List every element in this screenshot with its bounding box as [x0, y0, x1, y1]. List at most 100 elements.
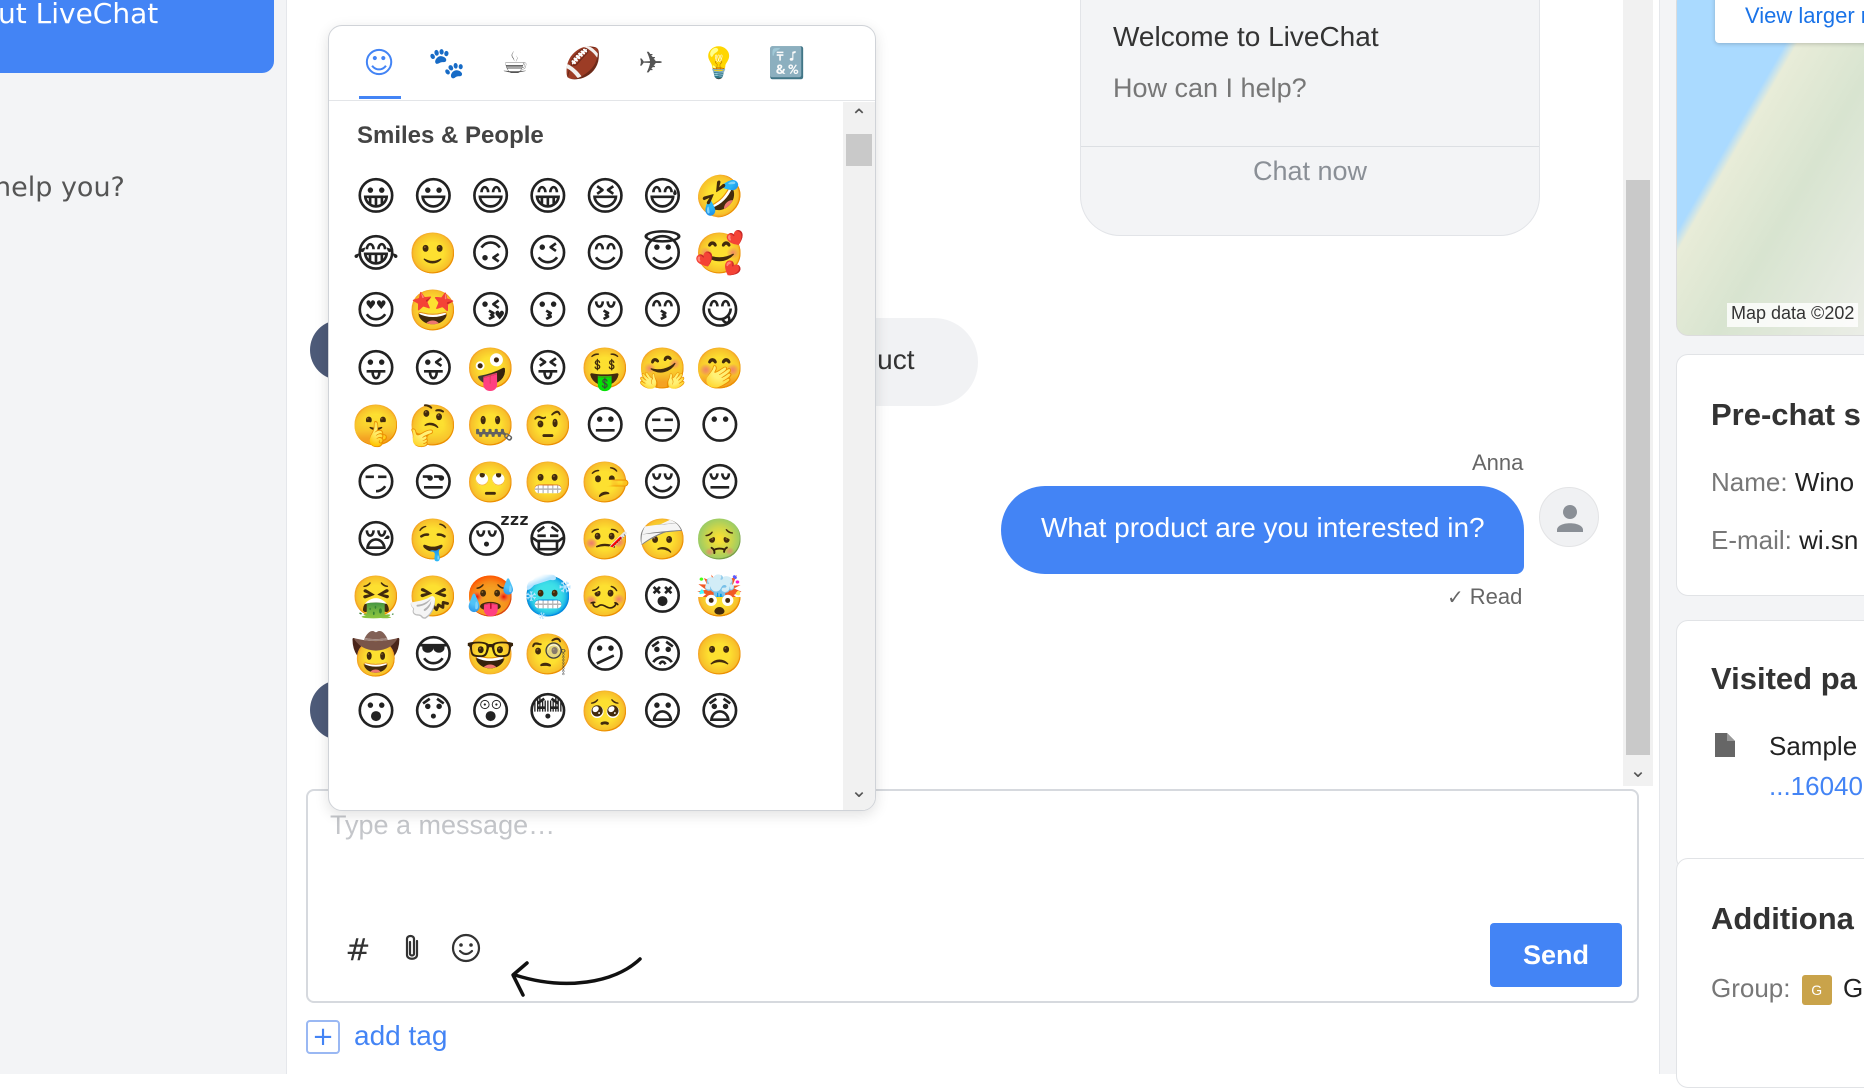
emoji-item[interactable]: 😑 [638, 401, 688, 451]
left-snippet-text: help you? [0, 172, 125, 203]
message-input[interactable] [328, 809, 1328, 842]
emoji-item[interactable]: 😯 [408, 687, 458, 737]
emoji-item[interactable]: 😉 [523, 229, 573, 279]
emoji-item[interactable]: 😷 [523, 515, 573, 565]
emoji-item[interactable]: 😐 [580, 401, 630, 451]
emoji-item[interactable]: 🤣 [695, 172, 745, 222]
category-smileys-icon[interactable]: ☺ [359, 44, 399, 84]
emoji-item[interactable]: 😛 [351, 344, 401, 394]
emoji-item[interactable]: 🤕 [638, 515, 688, 565]
emoji-item[interactable]: 🤠 [351, 630, 401, 680]
emoji-item[interactable]: 🧐 [523, 630, 573, 680]
chevron-down-icon[interactable]: ⌄ [1628, 758, 1648, 784]
emoji-item[interactable]: 🤧 [408, 572, 458, 622]
emoji-item[interactable]: 😜 [408, 344, 458, 394]
emoji-item[interactable]: 😘 [466, 286, 516, 336]
emoji-item[interactable]: 🤫 [351, 401, 401, 451]
chat-scrollbar-thumb[interactable] [1626, 180, 1650, 755]
emoji-item[interactable]: 🤨 [523, 401, 573, 451]
emoji-item[interactable]: 😦 [638, 687, 688, 737]
emoji-item[interactable]: 🤓 [466, 630, 516, 680]
emoji-item[interactable]: 😂 [351, 229, 401, 279]
emoji-item[interactable]: 😚 [580, 286, 630, 336]
category-activity-icon[interactable]: 🏈 [563, 44, 603, 84]
emoji-item[interactable]: 😋 [695, 286, 745, 336]
chevron-down-icon[interactable]: ⌄ [845, 778, 873, 804]
emoji-item[interactable]: 🙂 [408, 229, 458, 279]
emoji-item[interactable]: 😎 [408, 630, 458, 680]
emoji-item[interactable]: 😝 [523, 344, 573, 394]
emoji-item[interactable]: 😵 [638, 572, 688, 622]
category-food-icon[interactable]: ☕ [495, 44, 535, 84]
emoji-item[interactable]: 😆 [580, 172, 630, 222]
map-widget[interactable]: View larger m Map data ©202 [1676, 0, 1864, 336]
emoji-item[interactable]: 😧 [695, 687, 745, 737]
emoji-item[interactable]: 🤩 [408, 286, 458, 336]
emoji-item[interactable]: 🤔 [408, 401, 458, 451]
emoji-item[interactable]: 🥵 [466, 572, 516, 622]
category-objects-icon[interactable]: 💡 [699, 44, 739, 84]
prechat-title: Pre-chat s [1711, 397, 1861, 432]
emoji-item[interactable]: 🤢 [695, 515, 745, 565]
emoji-item[interactable]: 🥶 [523, 572, 573, 622]
emoji-item[interactable]: 🥺 [580, 687, 630, 737]
emoji-item[interactable]: 😌 [638, 458, 688, 508]
emoji-item[interactable]: 😬 [523, 458, 573, 508]
emoji-item[interactable]: 😏 [351, 458, 401, 508]
emoji-item[interactable]: 🤥 [580, 458, 630, 508]
group-badge: G [1801, 975, 1832, 1006]
emoji-button[interactable] [446, 931, 486, 971]
emoji-item[interactable]: 😳 [523, 687, 573, 737]
emoji-item[interactable]: 🤮 [351, 572, 401, 622]
category-symbols-icon[interactable]: 🔣 [767, 44, 807, 84]
emoji-item[interactable]: 😙 [638, 286, 688, 336]
chevron-up-icon[interactable]: ⌃ [845, 104, 873, 130]
emoji-item[interactable]: 😪 [351, 515, 401, 565]
emoji-item[interactable]: 🤪 [466, 344, 516, 394]
emoji-item[interactable]: 😲 [466, 687, 516, 737]
name-value: Wino [1794, 467, 1855, 497]
emoji-item[interactable]: 😄 [466, 172, 516, 222]
emoji-item[interactable]: 🤑 [580, 344, 630, 394]
left-top-button[interactable]: ut LiveChat [0, 0, 274, 73]
emoji-item[interactable]: 😔 [695, 458, 745, 508]
emoji-item[interactable]: 🤐 [466, 401, 516, 451]
emoji-item[interactable]: 😴 [466, 515, 530, 565]
emoji-item[interactable]: 😃 [408, 172, 458, 222]
emoji-item[interactable]: 🤒 [580, 515, 630, 565]
category-travel-icon[interactable]: ✈ [631, 44, 671, 84]
emoji-item[interactable]: 🙁 [695, 630, 745, 680]
emoji-item[interactable]: 🤗 [638, 344, 688, 394]
user-icon [1557, 505, 1583, 532]
emoji-item[interactable]: 🙃 [466, 229, 516, 279]
chat-now-button[interactable]: Chat now [1081, 156, 1539, 187]
emoji-item[interactable]: 😶 [695, 401, 745, 451]
email-row: E-mail: wi.sn [1711, 525, 1858, 556]
view-larger-map-link[interactable]: View larger m [1715, 0, 1864, 43]
category-animals-icon[interactable]: 🐾 [427, 44, 467, 84]
emoji-item[interactable]: 😕 [580, 630, 630, 680]
emoji-item[interactable]: 😀 [351, 172, 401, 222]
emoji-item[interactable]: 🥰 [695, 229, 745, 279]
emoji-item[interactable]: 🙄 [466, 458, 516, 508]
visited-page-link[interactable]: ...16040 [1769, 771, 1863, 802]
email-key: E-mail: [1711, 525, 1792, 555]
emoji-scrollbar-thumb[interactable] [846, 134, 872, 166]
emoji-item[interactable]: 😍 [351, 286, 401, 336]
attachment-icon[interactable] [392, 931, 432, 971]
emoji-item[interactable]: 😊 [580, 229, 630, 279]
emoji-item[interactable]: 😟 [638, 630, 688, 680]
emoji-item[interactable]: 😅 [638, 172, 688, 222]
emoji-item[interactable]: 🤯 [695, 572, 745, 622]
emoji-item[interactable]: 😗 [523, 286, 573, 336]
send-button[interactable]: Send [1490, 923, 1622, 987]
hashtag-icon[interactable]: # [338, 931, 378, 971]
emoji-item[interactable]: 😁 [523, 172, 573, 222]
emoji-scrollbar[interactable] [843, 102, 875, 810]
emoji-item[interactable]: 🤭 [695, 344, 745, 394]
emoji-item[interactable]: 🤤 [408, 515, 458, 565]
emoji-item[interactable]: 😮 [351, 687, 401, 737]
emoji-item[interactable]: 😇 [638, 229, 688, 279]
emoji-item[interactable]: 😒 [408, 458, 458, 508]
emoji-item[interactable]: 🥴 [580, 572, 630, 622]
